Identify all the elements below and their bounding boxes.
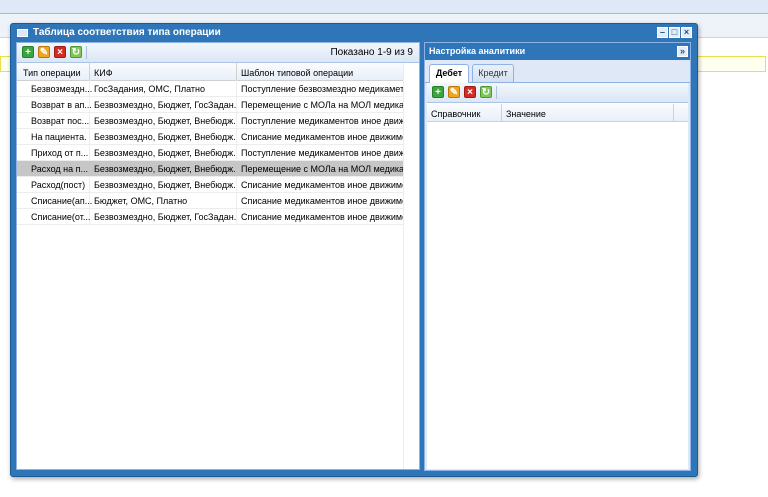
column-divider[interactable]	[89, 63, 90, 80]
cell-kif: Безвозмездно, Бюджет, ГосЗадан...	[94, 100, 236, 110]
cell-kif: Безвозмездно, Бюджет, Внебюдж...	[94, 164, 236, 174]
analytics-tabs: Дебет Кредит	[425, 60, 690, 83]
column-header-kif[interactable]: КИФ	[94, 68, 113, 78]
cell-kif: Бюджет, ОМС, Платно	[94, 196, 188, 206]
cell-template: Поступление медикаментов иное движ...	[241, 148, 403, 158]
cell-operation-type: Приход от п...	[31, 148, 89, 158]
analytics-header: Настройка аналитики »	[425, 43, 690, 60]
table-row[interactable]: Безвозмездн... ГосЗадания, ОМС, Платно Пос…	[17, 81, 405, 97]
analytics-edit-button[interactable]: ✎	[448, 86, 460, 98]
table-row[interactable]: Расход(пост) Безвозмездно, Бюджет, Внебюд…	[17, 177, 405, 193]
close-icon[interactable]: ×	[681, 27, 692, 38]
cell-operation-type: Безвозмездн...	[31, 84, 93, 94]
cell-operation-type: Списание(от...	[31, 212, 91, 222]
maximize-icon[interactable]: □	[669, 27, 680, 38]
cell-kif: Безвозмездно, Бюджет, Внебюдж...	[94, 148, 236, 158]
cell-operation-type: Списание(ап...	[31, 196, 93, 206]
add-button[interactable]: +	[22, 46, 34, 58]
cell-operation-type: Расход на п...	[31, 164, 89, 174]
operation-grid-panel: + ✎ × ↻ Показано 1-9 из 9 Тип операции К…	[16, 42, 420, 470]
column-divider[interactable]	[236, 63, 237, 80]
cell-kif: Безвозмездно, Бюджет, Внебюдж...	[94, 180, 236, 190]
table-row[interactable]: Возврат пос... Безвозмездно, Бюджет, Внеб…	[17, 113, 405, 129]
cell-kif: Безвозмездно, Бюджет, Внебюдж...	[94, 132, 236, 142]
cell-kif: ГосЗадания, ОМС, Платно	[94, 84, 205, 94]
window-title: Таблица соответствия типа операции	[33, 27, 221, 38]
cell-template: Списание медикаментов иное движимо...	[241, 196, 403, 206]
toolbar-separator	[496, 86, 497, 99]
toolbar-separator	[86, 46, 87, 59]
delete-button[interactable]: ×	[54, 46, 66, 58]
column-divider[interactable]	[673, 104, 674, 121]
column-header-template[interactable]: Шаблон типовой операции	[241, 68, 353, 78]
cell-template: Поступление медикаментов иное движ...	[241, 116, 403, 126]
analytics-delete-button[interactable]: ×	[464, 86, 476, 98]
cell-operation-type: Возврат пос...	[31, 116, 90, 126]
table-row[interactable]: Списание(от... Безвозмездно, Бюджет, ГосЗ…	[17, 209, 405, 225]
cell-operation-type: Расход(пост)	[31, 180, 86, 190]
app-top-bar	[0, 0, 768, 14]
analytics-title: Настройка аналитики	[429, 46, 526, 56]
minimize-icon[interactable]: –	[657, 27, 668, 38]
edit-button[interactable]: ✎	[38, 46, 50, 58]
background-field-right	[696, 56, 766, 72]
analytics-toolbar: + ✎ × ↻	[427, 83, 688, 103]
window-header[interactable]: Таблица соответствия типа операции – □ ×	[11, 24, 697, 42]
double-chevron-right-icon[interactable]: »	[677, 46, 688, 57]
cell-template: Списание медикаментов иное движимо...	[241, 132, 403, 142]
window-icon	[17, 29, 28, 37]
column-header-operation-type[interactable]: Тип операции	[23, 68, 81, 78]
table-row[interactable]: Возврат в ап... Безвозмездно, Бюджет, Гос…	[17, 97, 405, 113]
cell-template: Поступление безвозмездно медикамето...	[241, 84, 403, 94]
refresh-button[interactable]: ↻	[70, 46, 82, 58]
tab-credit[interactable]: Кредит	[472, 64, 514, 82]
cell-operation-type: Возврат в ап...	[31, 100, 92, 110]
analytics-refresh-button[interactable]: ↻	[480, 86, 492, 98]
cell-template: Перемещение с МОЛа на МОЛ медикам...	[241, 164, 403, 174]
column-header-reference[interactable]: Справочник	[431, 109, 481, 119]
table-row[interactable]: Списание(ап... Бюджет, ОМС, Платно Списани…	[17, 193, 405, 209]
analytics-body: + ✎ × ↻ Справочник Значение	[427, 83, 688, 469]
cell-kif: Безвозмездно, Бюджет, Внебюдж...	[94, 116, 236, 126]
table-row[interactable]: Расход на п... Безвозмездно, Бюджет, Внеб…	[17, 161, 405, 177]
analytics-add-button[interactable]: +	[432, 86, 444, 98]
cell-template: Списание медикаментов иное движимо...	[241, 212, 403, 222]
table-row[interactable]: Приход от п... Безвозмездно, Бюджет, Внеб…	[17, 145, 405, 161]
window-tools: – □ ×	[657, 27, 692, 38]
cell-template: Перемещение с МОЛа на МОЛ медикам...	[241, 100, 403, 110]
analytics-panel: Настройка аналитики » Дебет Кредит + ✎ ×…	[424, 42, 691, 471]
analytics-grid-header: Справочник Значение	[427, 104, 688, 122]
column-header-value[interactable]: Значение	[506, 109, 546, 119]
paging-info: Показано 1-9 из 9	[330, 47, 413, 58]
column-divider[interactable]	[501, 104, 502, 121]
cell-template: Списание медикаментов иное движимо...	[241, 180, 403, 190]
cell-operation-type: На пациента.	[31, 132, 87, 142]
cell-kif: Безвозмездно, Бюджет, ГосЗадан...	[94, 212, 236, 222]
grid-header: Тип операции КИФ Шаблон типовой операции	[17, 63, 419, 81]
tab-debit[interactable]: Дебет	[429, 64, 469, 83]
grid-toolbar: + ✎ × ↻ Показано 1-9 из 9	[17, 43, 419, 63]
vertical-scrollbar[interactable]	[403, 63, 419, 469]
table-row[interactable]: На пациента. Безвозмездно, Бюджет, Внебюд…	[17, 129, 405, 145]
